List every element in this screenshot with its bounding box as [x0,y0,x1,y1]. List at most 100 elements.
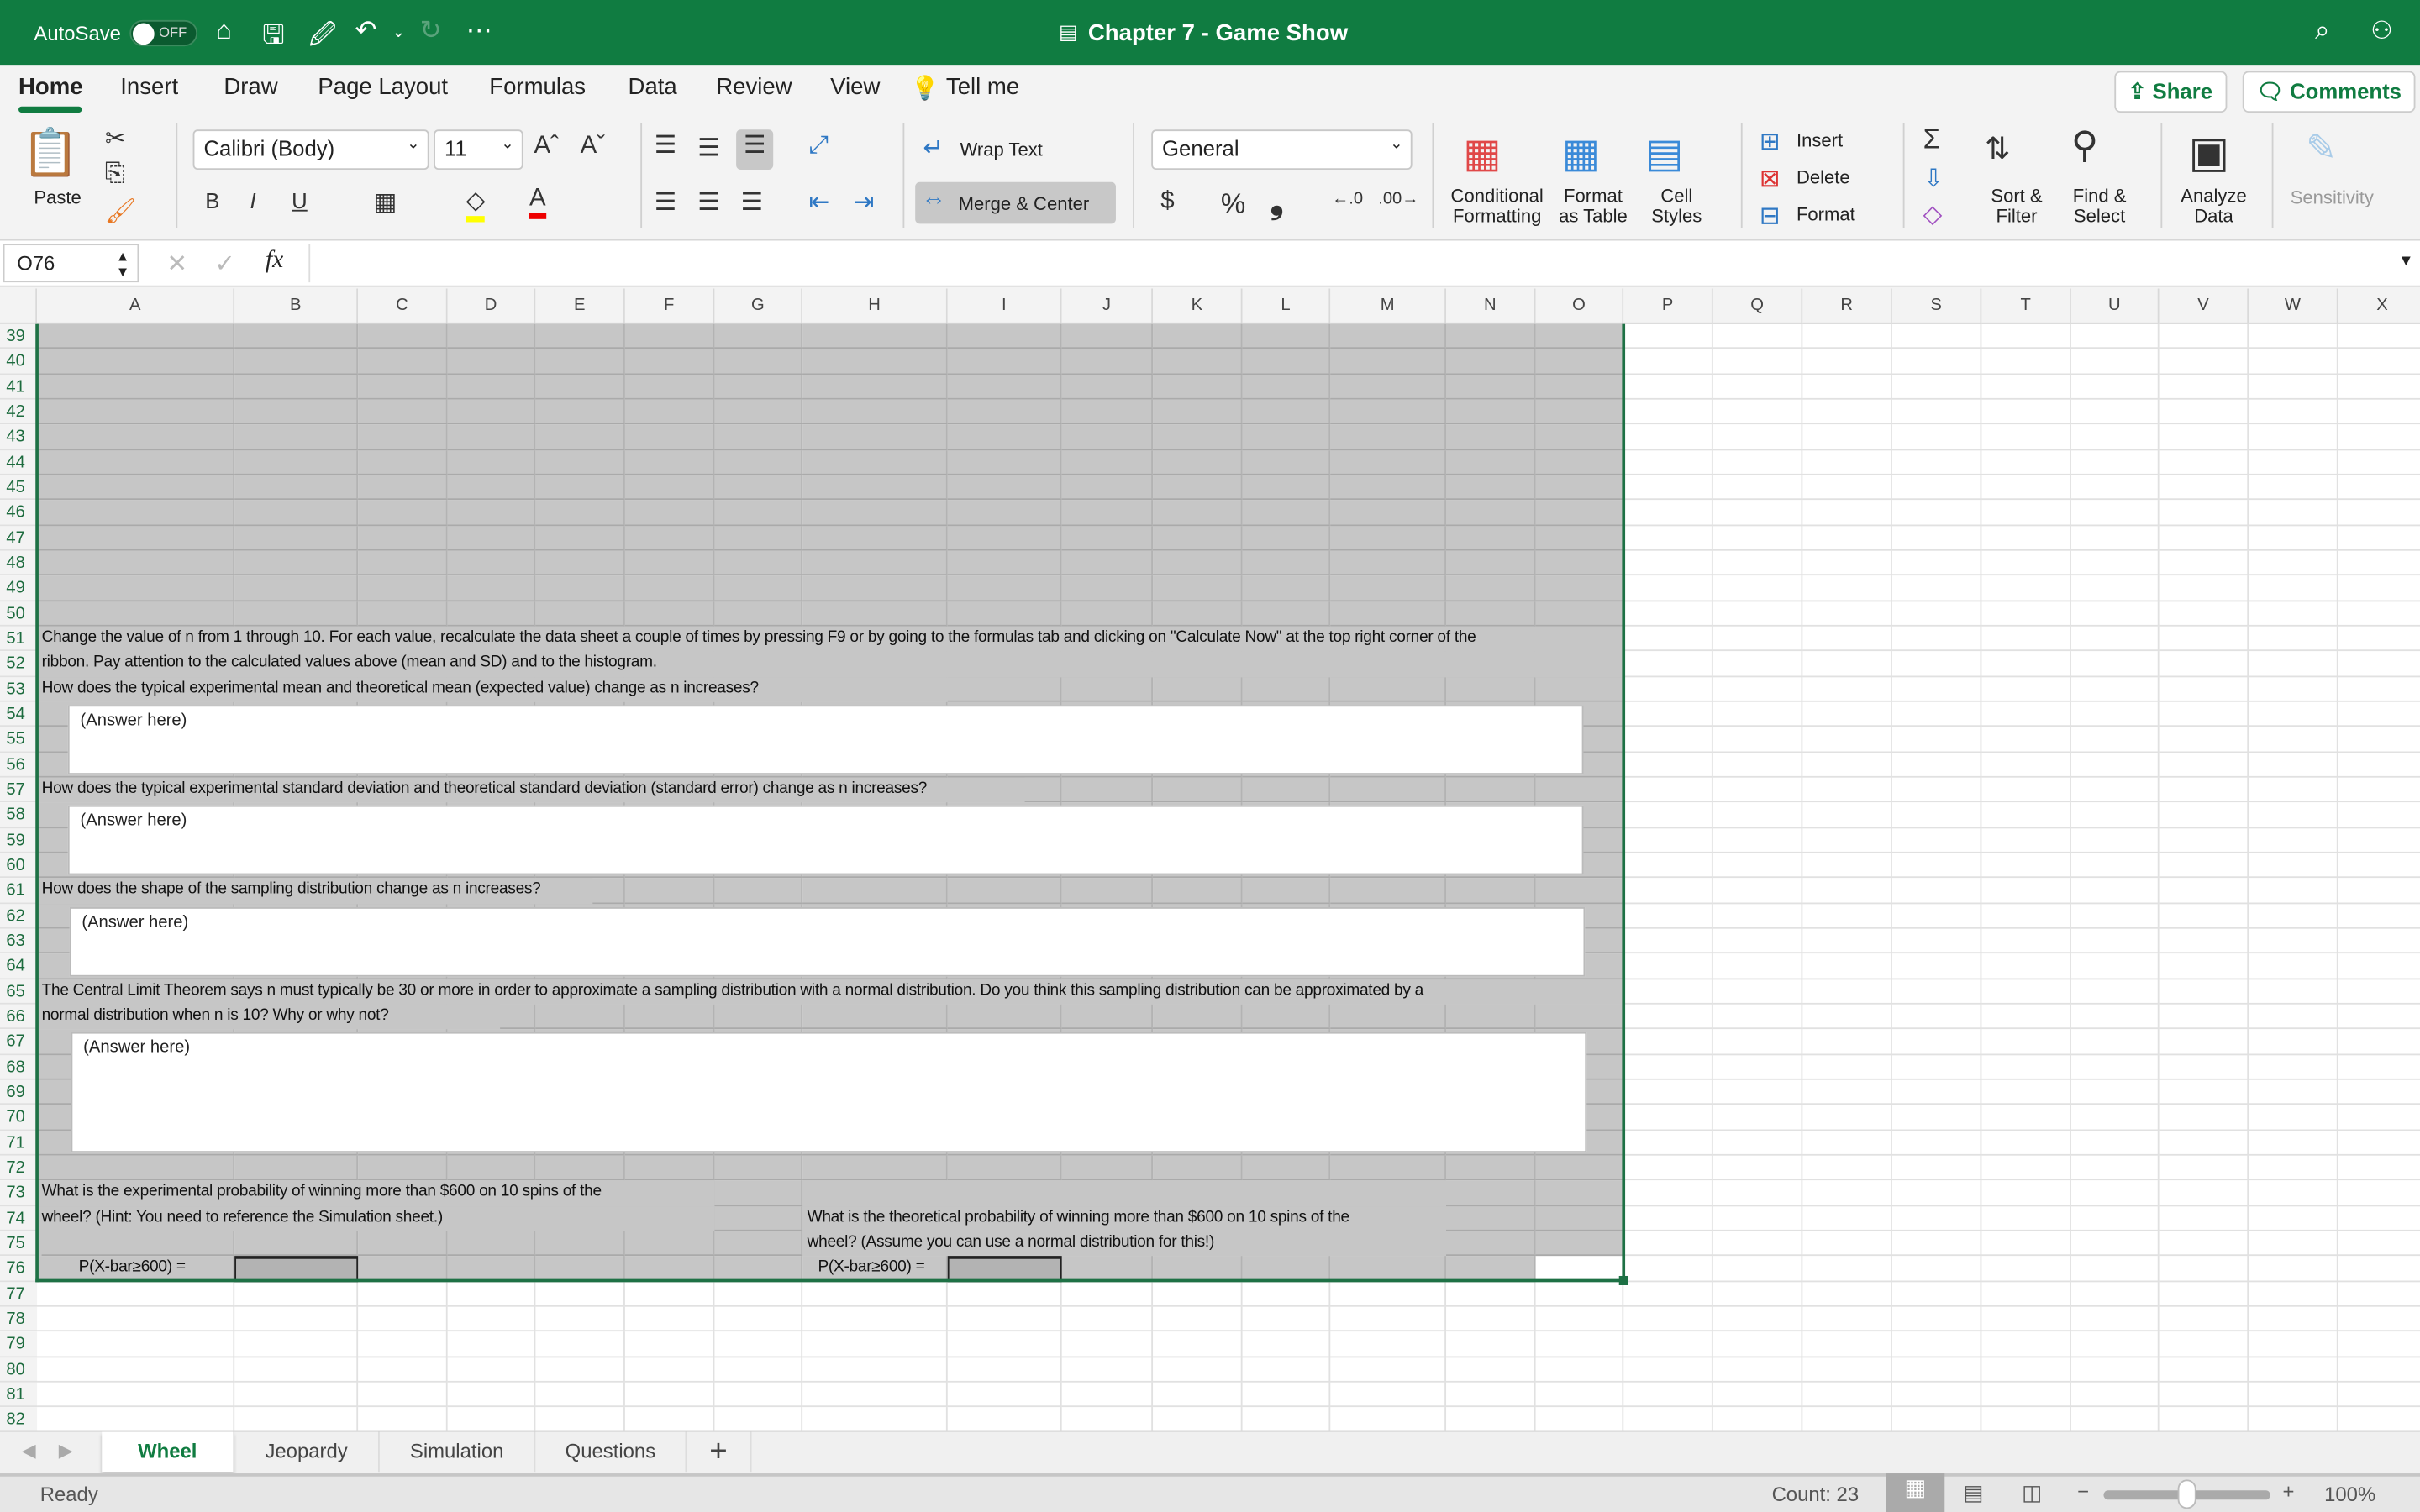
italic-button[interactable]: I [250,188,256,213]
cell[interactable] [1712,727,1803,753]
cell[interactable] [2249,1331,2338,1357]
cell[interactable] [1242,1331,1331,1357]
cell[interactable] [1802,1155,1892,1181]
cell[interactable] [2070,979,2160,1005]
cell[interactable] [2070,601,2160,627]
cell[interactable] [1153,1382,1243,1408]
cell[interactable] [1535,1281,1624,1307]
cell[interactable] [1623,1029,1713,1055]
cell[interactable] [2070,777,2160,803]
undo-dropdown-icon[interactable]: ⌄ [392,24,405,41]
cell[interactable] [2159,676,2249,702]
cell[interactable] [1712,1331,1803,1357]
cell[interactable] [1802,878,1892,904]
cell[interactable] [1712,1231,1803,1257]
cell[interactable] [1802,626,1892,652]
cell[interactable] [1981,449,2071,475]
cell[interactable] [2249,349,2338,375]
cell[interactable] [2159,853,2249,879]
more-icon[interactable]: ⋯ [466,15,492,46]
cell[interactable] [1712,601,1803,627]
cell[interactable] [1623,827,1713,853]
row-header[interactable]: 49 [0,575,38,601]
scroll-left-icon[interactable]: ◀ [22,1440,36,1462]
row-header[interactable]: 74 [0,1205,38,1231]
cell[interactable] [1623,1180,1713,1206]
cell[interactable] [625,1407,715,1431]
cell[interactable] [1712,1029,1803,1055]
cell[interactable] [2159,1231,2249,1257]
cell[interactable] [947,1382,1062,1408]
column-header[interactable]: A [37,288,235,324]
row-header[interactable]: 78 [0,1306,38,1332]
cell-styles-icon[interactable]: ▤ [1645,129,1683,177]
fill-handle[interactable] [1618,1275,1628,1285]
cell[interactable] [1712,1357,1803,1383]
cell[interactable] [802,1382,948,1408]
cell[interactable] [2249,752,2338,778]
cell[interactable] [1623,500,1713,526]
cell[interactable] [535,1281,625,1307]
decrease-font-icon[interactable]: Aˇ [581,133,605,160]
cell[interactable] [1712,626,1803,652]
cell[interactable] [1891,802,1982,828]
cell[interactable] [1623,1331,1713,1357]
row-header[interactable]: 79 [0,1331,38,1357]
row-header[interactable]: 62 [0,903,38,929]
cell[interactable] [1981,1054,2071,1080]
cell[interactable] [1712,953,1803,979]
row-header[interactable]: 73 [0,1180,38,1206]
cell[interactable] [2159,827,2249,853]
increase-indent-icon[interactable]: ⇥ [854,186,875,218]
row-header[interactable]: 51 [0,626,38,652]
cell[interactable] [2249,525,2338,551]
cell[interactable] [1712,676,1803,702]
cell[interactable] [1891,701,1982,727]
cell[interactable] [535,1382,625,1408]
cell[interactable] [2159,1357,2249,1383]
cell[interactable] [2070,449,2160,475]
cell[interactable] [1981,1180,2071,1206]
cell[interactable] [1891,1029,1982,1055]
cell[interactable] [1981,701,2071,727]
cell[interactable] [1891,349,1982,375]
cell[interactable] [2249,676,2338,702]
cell[interactable] [2249,979,2338,1005]
cell[interactable] [1623,676,1713,702]
cell[interactable] [2070,827,2160,853]
tell-me[interactable]: Tell me [946,74,1019,100]
cell[interactable] [2249,1105,2338,1131]
cell[interactable] [2249,701,2338,727]
cell[interactable] [1712,500,1803,526]
cell[interactable] [802,1357,948,1383]
cell[interactable] [1623,349,1713,375]
sheet-tab-jeopardy[interactable]: Jeopardy [234,1431,380,1473]
cell[interactable] [1802,1231,1892,1257]
cell[interactable] [1802,928,1892,954]
cell[interactable] [2249,575,2338,601]
row-header[interactable]: 66 [0,1004,38,1030]
cell[interactable] [2338,1130,2420,1156]
cell[interactable] [2249,651,2338,677]
cell[interactable] [1802,1180,1892,1206]
cell[interactable] [2070,399,2160,425]
cell[interactable] [1712,1054,1803,1080]
cell[interactable] [1623,1205,1713,1231]
cell[interactable] [1981,903,2071,929]
row-header[interactable]: 59 [0,827,38,853]
cell[interactable] [2338,501,2420,526]
column-header[interactable]: J [1061,288,1154,324]
column-header[interactable]: Q [1712,288,1803,324]
cell[interactable] [1446,1331,1536,1357]
cell[interactable] [2249,1079,2338,1105]
cell[interactable] [1981,1382,2071,1408]
cell[interactable] [2159,1004,2249,1030]
cell[interactable] [1891,601,1982,627]
cell[interactable] [1623,374,1713,400]
cell[interactable] [1712,374,1803,400]
page-break-view-icon[interactable]: ◫ [2022,1479,2042,1505]
cell[interactable] [1891,1306,1982,1332]
cell[interactable] [2249,475,2338,501]
cell[interactable] [1981,676,2071,702]
cell[interactable] [1330,1306,1447,1332]
